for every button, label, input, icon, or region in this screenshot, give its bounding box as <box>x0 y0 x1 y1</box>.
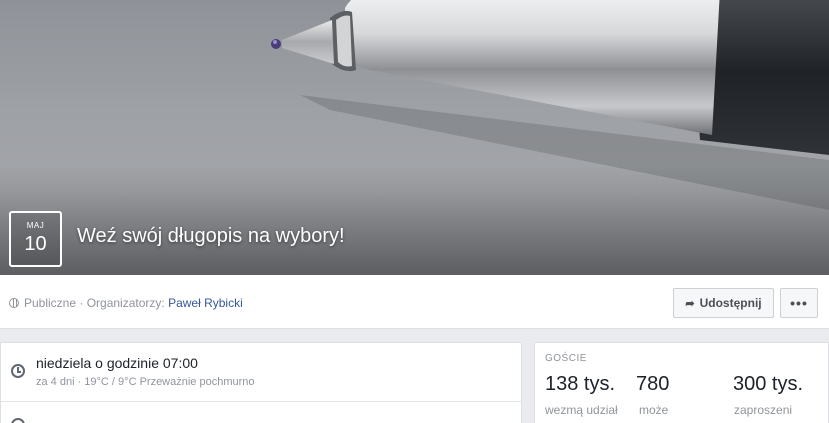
guests-title: GOŚCIE <box>545 353 587 364</box>
event-time-details: za 4 dni · 19°C / 9°C Przeważnie pochmur… <box>36 376 255 388</box>
event-meta: Publiczne · Organizatorzy: Paweł Rybicki <box>9 296 243 310</box>
date-month: MAJ <box>26 221 45 230</box>
share-arrow-icon: ➦ <box>685 297 695 310</box>
maybe-label: może <box>639 403 669 417</box>
organizers-label: Organizatorzy: <box>86 296 169 310</box>
maybe-count[interactable]: 780 <box>636 373 669 396</box>
going-label: wezmą udział <box>545 403 618 417</box>
event-title: Weź swój długopis na wybory! <box>77 225 345 247</box>
share-button[interactable]: ➦ Udostępnij <box>673 288 774 318</box>
invited-label: zaproszeni <box>734 403 793 417</box>
date-day: 10 <box>24 233 47 255</box>
event-time[interactable]: niedziela o godzinie 07:00 <box>36 355 198 371</box>
invited-count[interactable]: 300 tys. <box>733 373 803 396</box>
guests-card: GOŚCIE 138 tys. wezmą udział 780 może 30… <box>534 342 829 423</box>
clock-icon <box>11 364 25 378</box>
globe-icon <box>9 298 19 308</box>
organizer-link[interactable]: Paweł Rybicki <box>168 296 243 310</box>
event-details-card: niedziela o godzinie 07:00 za 4 dni · 19… <box>0 342 522 423</box>
share-button-label: Udostępnij <box>699 296 762 310</box>
going-count[interactable]: 138 tys. <box>545 373 615 396</box>
date-badge: MAJ 10 <box>9 211 62 267</box>
privacy-label: Publiczne <box>24 296 77 310</box>
meta-separator: · <box>76 296 87 310</box>
more-options-button[interactable]: ••• <box>780 288 818 318</box>
location-icon <box>11 418 25 423</box>
cover-shade <box>0 165 829 275</box>
details-divider <box>1 401 521 402</box>
cover-photo[interactable]: MAJ 10 Weź swój długopis na wybory! <box>0 0 829 275</box>
event-page: MAJ 10 Weź swój długopis na wybory! Publ… <box>0 0 829 423</box>
